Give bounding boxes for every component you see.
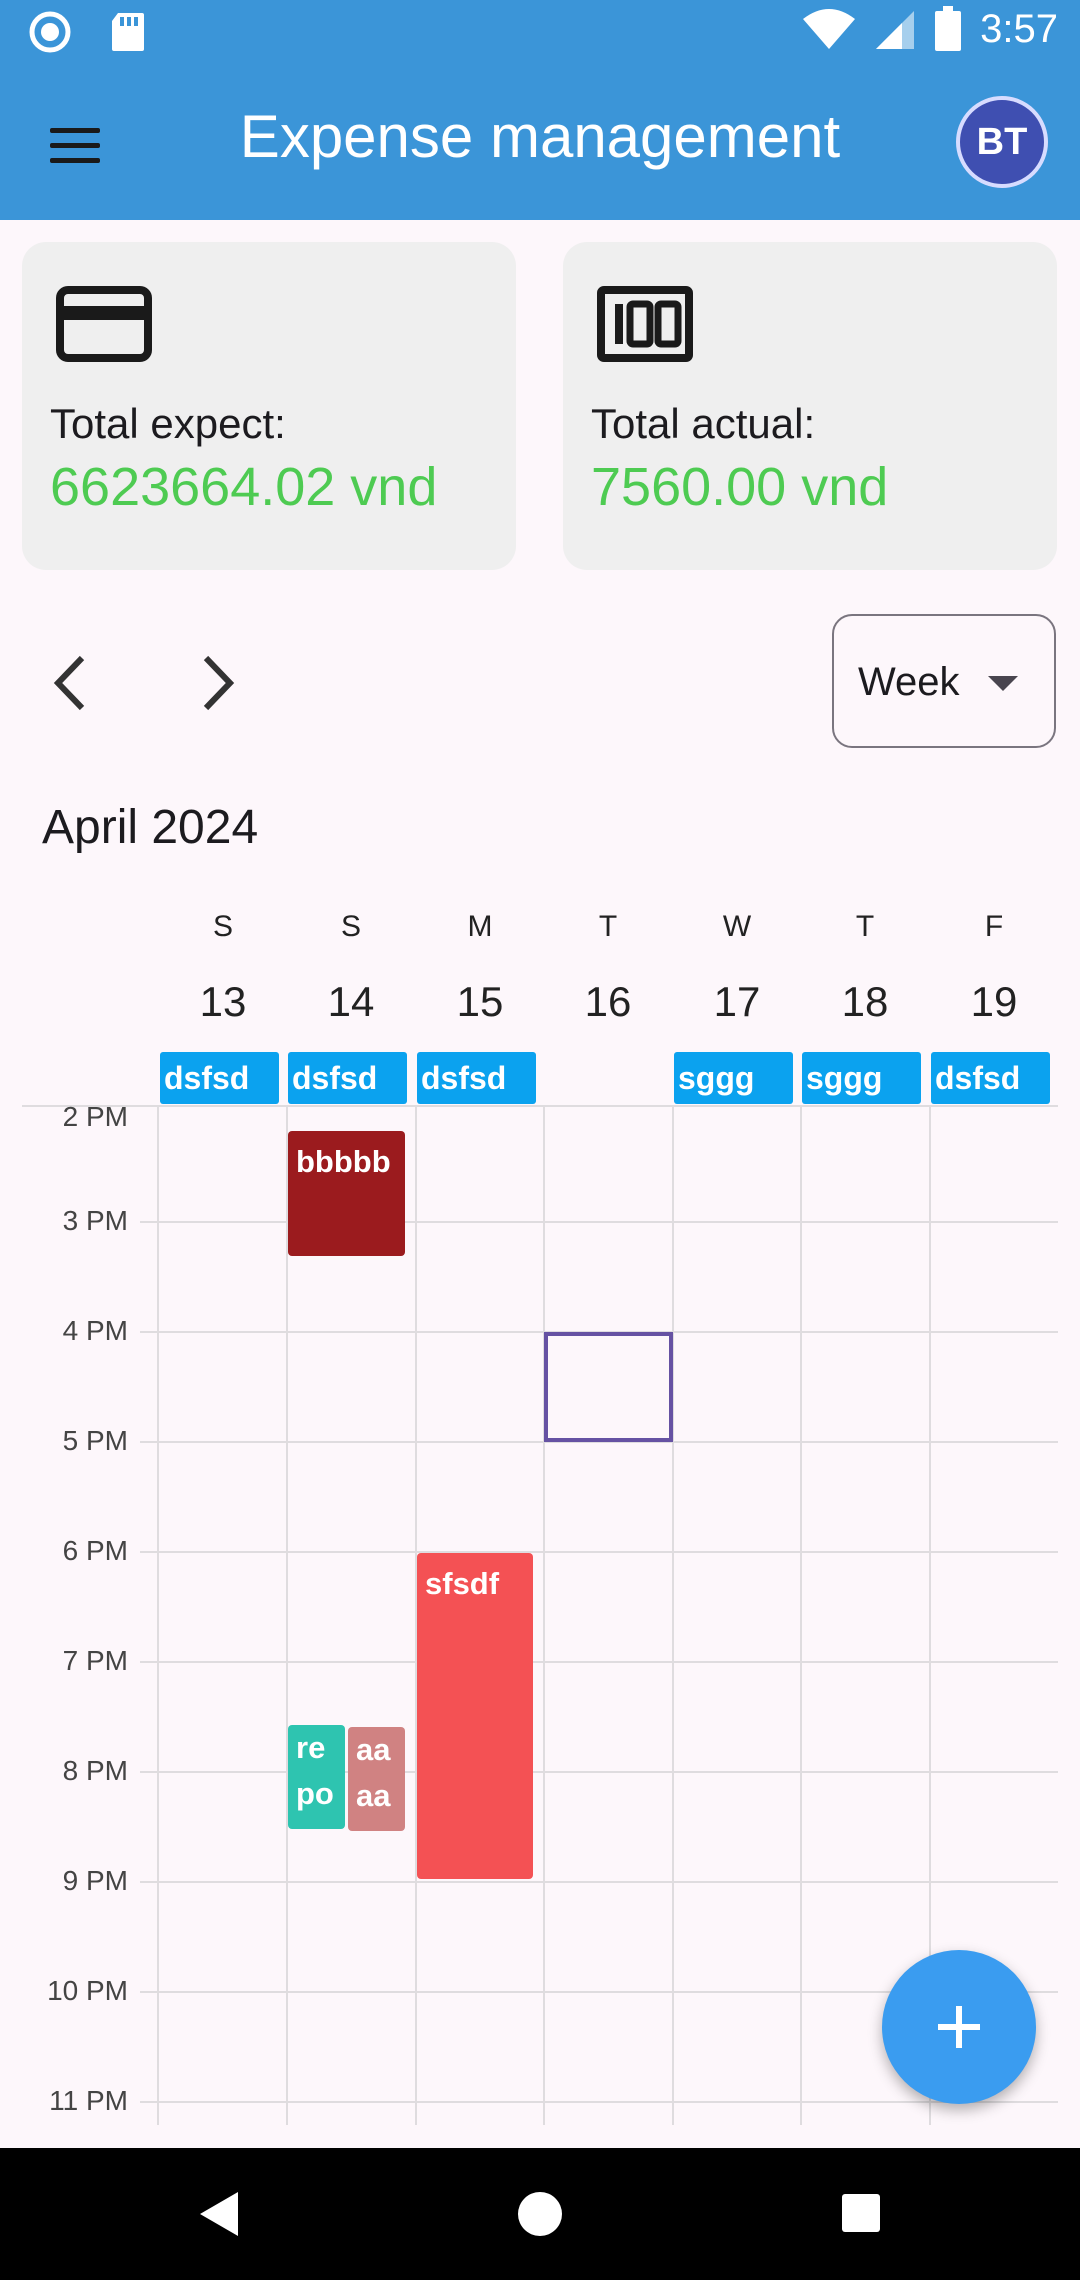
total-actual-value: 7560.00 vnd [591, 457, 889, 517]
all-day-event[interactable]: dsfsd [160, 1052, 279, 1104]
day-letter: F [984, 910, 1004, 943]
all-day-event[interactable]: sggg [674, 1052, 793, 1104]
view-dropdown[interactable]: Week [832, 614, 1056, 748]
day-header[interactable]: S 14 [287, 910, 415, 1026]
day-number: 14 [327, 978, 375, 1025]
user-avatar[interactable]: BT [956, 96, 1048, 188]
previous-week-button[interactable] [40, 650, 110, 716]
app-bar: Expense management BT [0, 66, 1080, 220]
recents-icon[interactable] [840, 2192, 882, 2234]
grid-line [140, 1771, 1058, 1773]
dropdown-arrow-icon [988, 676, 1018, 691]
back-icon[interactable] [196, 2190, 242, 2238]
all-day-event[interactable]: dsfsd [288, 1052, 407, 1104]
total-actual-label: Total actual: [591, 400, 816, 447]
day-header[interactable]: T 16 [544, 910, 672, 1026]
status-bar: 3:57 [0, 0, 1080, 66]
system-navigation-bar [0, 2148, 1080, 2280]
time-label: 9 PM [62, 1865, 128, 1896]
all-day-event[interactable]: dsfsd [931, 1052, 1050, 1104]
grid-column-line [543, 1105, 545, 2125]
appointment[interactable]: bbbbb [288, 1131, 405, 1256]
all-day-event[interactable]: sggg [802, 1052, 921, 1104]
wifi-icon [803, 9, 856, 49]
day-header[interactable]: M 15 [416, 910, 544, 1026]
grid-column-line [800, 1105, 802, 2125]
time-label: 10 PM [47, 1975, 128, 2006]
selected-time-slot[interactable] [544, 1332, 673, 1442]
chevron-left-icon [53, 655, 85, 711]
cell-signal-icon [876, 11, 915, 49]
day-number: 13 [199, 978, 247, 1025]
day-number: 18 [841, 978, 889, 1025]
time-label: 2 PM [62, 1105, 128, 1132]
total-expect-value: 6623664.02 vnd [50, 457, 438, 517]
appointment-title-line: re [296, 1730, 326, 1765]
day-letter: T [598, 910, 618, 943]
status-time: 3:57 [980, 6, 1058, 51]
add-expense-button[interactable] [882, 1950, 1036, 2104]
day-header[interactable]: W 17 [673, 910, 801, 1026]
day-letter: W [722, 910, 752, 943]
day-number: 17 [713, 978, 761, 1025]
appointment[interactable]: re po [288, 1725, 345, 1829]
grid-line [140, 1551, 1058, 1553]
month-title: April 2024 [42, 801, 259, 854]
time-label: 7 PM [62, 1645, 128, 1676]
time-label: 3 PM [62, 1205, 128, 1236]
time-label: 5 PM [62, 1425, 128, 1456]
day-letter: M [467, 910, 493, 943]
day-letter: T [855, 910, 875, 943]
battery-icon [935, 6, 962, 51]
appointment[interactable]: sfsdf [417, 1553, 533, 1879]
time-label: 11 PM [49, 2085, 128, 2116]
app-title: Expense management [239, 103, 841, 170]
time-label: 4 PM [62, 1315, 128, 1346]
chevron-right-icon [203, 655, 235, 711]
total-actual-card: Total actual: 7560.00 vnd [563, 242, 1057, 570]
time-label: 8 PM [62, 1755, 128, 1786]
appointment-title-line: aa [356, 1732, 391, 1767]
100-icon [597, 286, 693, 362]
time-label: 6 PM [62, 1535, 128, 1566]
day-header[interactable]: S 13 [159, 910, 287, 1026]
grid-line [140, 1221, 1058, 1223]
sd-card-icon [112, 13, 144, 51]
appointment-title-line: po [296, 1776, 334, 1811]
home-icon[interactable] [516, 2190, 564, 2238]
grid-line [140, 1881, 1058, 1883]
day-header[interactable]: F 19 [930, 910, 1058, 1026]
grid-column-line [157, 1105, 159, 2125]
appointment-title-line: aa [356, 1778, 391, 1813]
day-header[interactable]: T 18 [801, 910, 929, 1026]
day-number: 19 [970, 978, 1018, 1025]
next-week-button[interactable] [186, 650, 256, 716]
total-expect-card: Total expect: 6623664.02 vnd [22, 242, 516, 570]
view-dropdown-value: Week [858, 660, 960, 704]
day-letter: S [212, 910, 233, 943]
grid-column-line [672, 1105, 674, 2125]
day-number: 16 [584, 978, 632, 1025]
appointment[interactable]: aa aa [348, 1727, 405, 1831]
grid-column-line [286, 1105, 288, 2125]
grid-line [140, 2101, 1058, 2103]
grid-line [22, 1105, 1058, 1107]
day-number: 15 [456, 978, 504, 1025]
day-letter: S [340, 910, 361, 943]
grid-line [140, 1661, 1058, 1663]
radio-icon [29, 11, 71, 53]
all-day-event[interactable]: dsfsd [417, 1052, 536, 1104]
total-expect-label: Total expect: [50, 400, 286, 447]
credit-card-icon [56, 286, 152, 362]
